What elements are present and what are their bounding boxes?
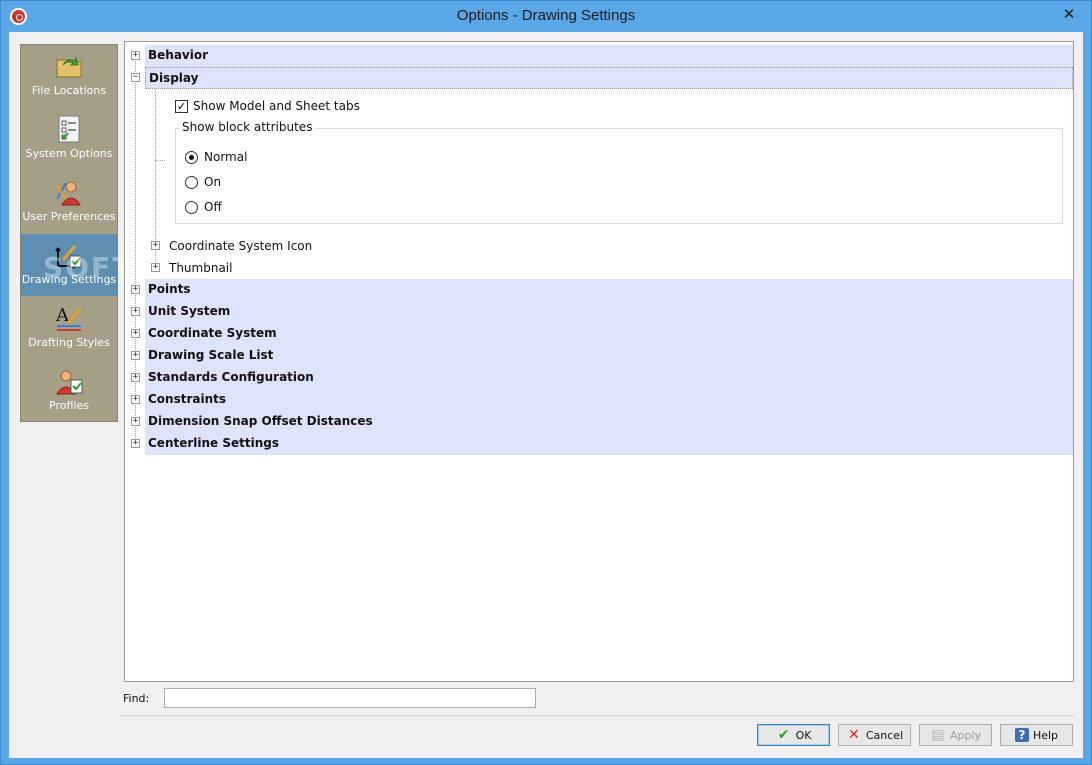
expand-dimension-snap-icon[interactable]: +	[131, 417, 140, 426]
radio-on-label: On	[204, 175, 222, 189]
footer-separator	[120, 715, 1074, 716]
cancel-button-label: Cancel	[865, 728, 904, 742]
profiles-icon	[54, 366, 84, 396]
nav-item-system-options[interactable]: System Options	[21, 108, 117, 170]
category-label: Behavior	[148, 48, 209, 62]
category-label: Points	[148, 282, 191, 296]
settings-tree: Behavior + Display − ✓ Show Model and Sh…	[124, 41, 1074, 682]
category-label: Dimension Snap Offset Distances	[148, 414, 373, 428]
nav-label-user-preferences: User Preferences	[22, 210, 116, 223]
category-display[interactable]: Display	[145, 67, 1073, 89]
radio-off[interactable]	[185, 201, 198, 214]
category-drawing-scale-list[interactable]: Drawing Scale List	[145, 345, 1073, 367]
thumbnail-node[interactable]: Thumbnail	[169, 261, 232, 275]
nav-item-profiles[interactable]: Profiles	[21, 360, 117, 422]
svg-text:A: A	[55, 305, 70, 326]
apply-button[interactable]: ▤ Apply	[919, 724, 992, 746]
block-attributes-group	[175, 128, 1063, 224]
category-unit-system[interactable]: Unit System	[145, 301, 1073, 323]
radio-off-label: Off	[204, 200, 222, 214]
folder-arrow-icon	[54, 51, 84, 81]
radio-normal-label: Normal	[204, 150, 248, 164]
nav-label-profiles: Profiles	[49, 399, 89, 412]
cancel-x-icon: ✕	[847, 727, 860, 743]
category-label: Standards Configuration	[148, 370, 314, 384]
options-window: Options - Drawing Settings ✕ File Locati…	[0, 0, 1092, 765]
category-label: Unit System	[148, 304, 231, 318]
title-bar[interactable]: Options - Drawing Settings ✕	[1, 1, 1091, 32]
category-points[interactable]: Points	[145, 279, 1073, 301]
ok-button[interactable]: ✔ OK	[757, 724, 830, 746]
cancel-button[interactable]: ✕ Cancel	[838, 724, 911, 746]
find-label: Find:	[123, 692, 150, 705]
expand-thumbnail-node[interactable]: +	[151, 263, 160, 272]
block-attributes-group-title: Show block attributes	[179, 120, 316, 134]
find-input[interactable]	[164, 688, 536, 708]
checkmark-icon: ✔	[777, 727, 790, 743]
checklist-icon	[54, 114, 84, 144]
category-standards-configuration[interactable]: Standards Configuration	[145, 367, 1073, 389]
expand-constraints-icon[interactable]: +	[131, 395, 140, 404]
collapse-display-icon[interactable]: −	[131, 73, 140, 82]
nav-item-user-preferences[interactable]: User Preferences	[21, 171, 117, 233]
category-dimension-snap-offset-distances[interactable]: Dimension Snap Offset Distances	[145, 411, 1073, 433]
nav-label-system-options: System Options	[25, 147, 113, 160]
show-model-sheet-tabs-checkbox[interactable]: ✓	[175, 100, 188, 113]
drafting-styles-icon: A	[54, 303, 84, 333]
category-label: Drawing Scale List	[148, 348, 274, 362]
category-constraints[interactable]: Constraints	[145, 389, 1073, 411]
tree-guide-line	[135, 56, 136, 446]
expand-centerline-settings-icon[interactable]: +	[131, 439, 140, 448]
show-model-sheet-tabs-label: Show Model and Sheet tabs	[193, 99, 360, 113]
category-behavior[interactable]: Behavior	[145, 45, 1073, 67]
help-question-icon: ?	[1014, 728, 1029, 742]
apply-icon: ▤	[931, 727, 945, 743]
coordinate-system-icon-node[interactable]: Coordinate System Icon	[169, 239, 312, 253]
expand-points-icon[interactable]: +	[131, 285, 140, 294]
options-nav: File Locations System Options User Prefe…	[20, 44, 236, 422]
dialog-client: File Locations System Options User Prefe…	[9, 32, 1083, 758]
expand-unit-system-icon[interactable]: +	[131, 307, 140, 316]
category-centerline-settings[interactable]: Centerline Settings	[145, 433, 1073, 455]
ok-button-label: OK	[795, 728, 812, 742]
user-preferences-icon	[54, 177, 84, 207]
category-label: Constraints	[148, 392, 227, 406]
category-label: Centerline Settings	[148, 436, 280, 450]
expand-standards-configuration-icon[interactable]: +	[131, 373, 140, 382]
category-label: Display	[149, 71, 199, 85]
category-coordinate-system[interactable]: Coordinate System	[145, 323, 1073, 345]
window-title: Options - Drawing Settings	[456, 7, 636, 24]
category-label: Coordinate System	[148, 326, 277, 340]
help-button-label: Help	[1032, 728, 1059, 742]
expand-behavior-icon[interactable]: +	[131, 51, 140, 60]
expand-coordinate-system-icon-node[interactable]: +	[151, 241, 160, 250]
help-button[interactable]: ? Help	[1000, 724, 1073, 746]
radio-normal[interactable]	[185, 151, 198, 164]
nav-item-file-locations[interactable]: File Locations	[21, 45, 117, 107]
nav-label-file-locations: File Locations	[31, 84, 107, 97]
nav-item-drafting-styles[interactable]: A Drafting Styles	[21, 297, 117, 359]
tree-branch-line	[155, 160, 165, 161]
expand-drawing-scale-list-icon[interactable]: +	[131, 351, 140, 360]
radio-on[interactable]	[185, 176, 198, 189]
close-icon[interactable]: ✕	[1061, 4, 1077, 24]
expand-coordinate-system-icon[interactable]: +	[131, 329, 140, 338]
nav-label-drafting-styles: Drafting Styles	[28, 336, 110, 349]
apply-button-label: Apply	[949, 728, 982, 742]
